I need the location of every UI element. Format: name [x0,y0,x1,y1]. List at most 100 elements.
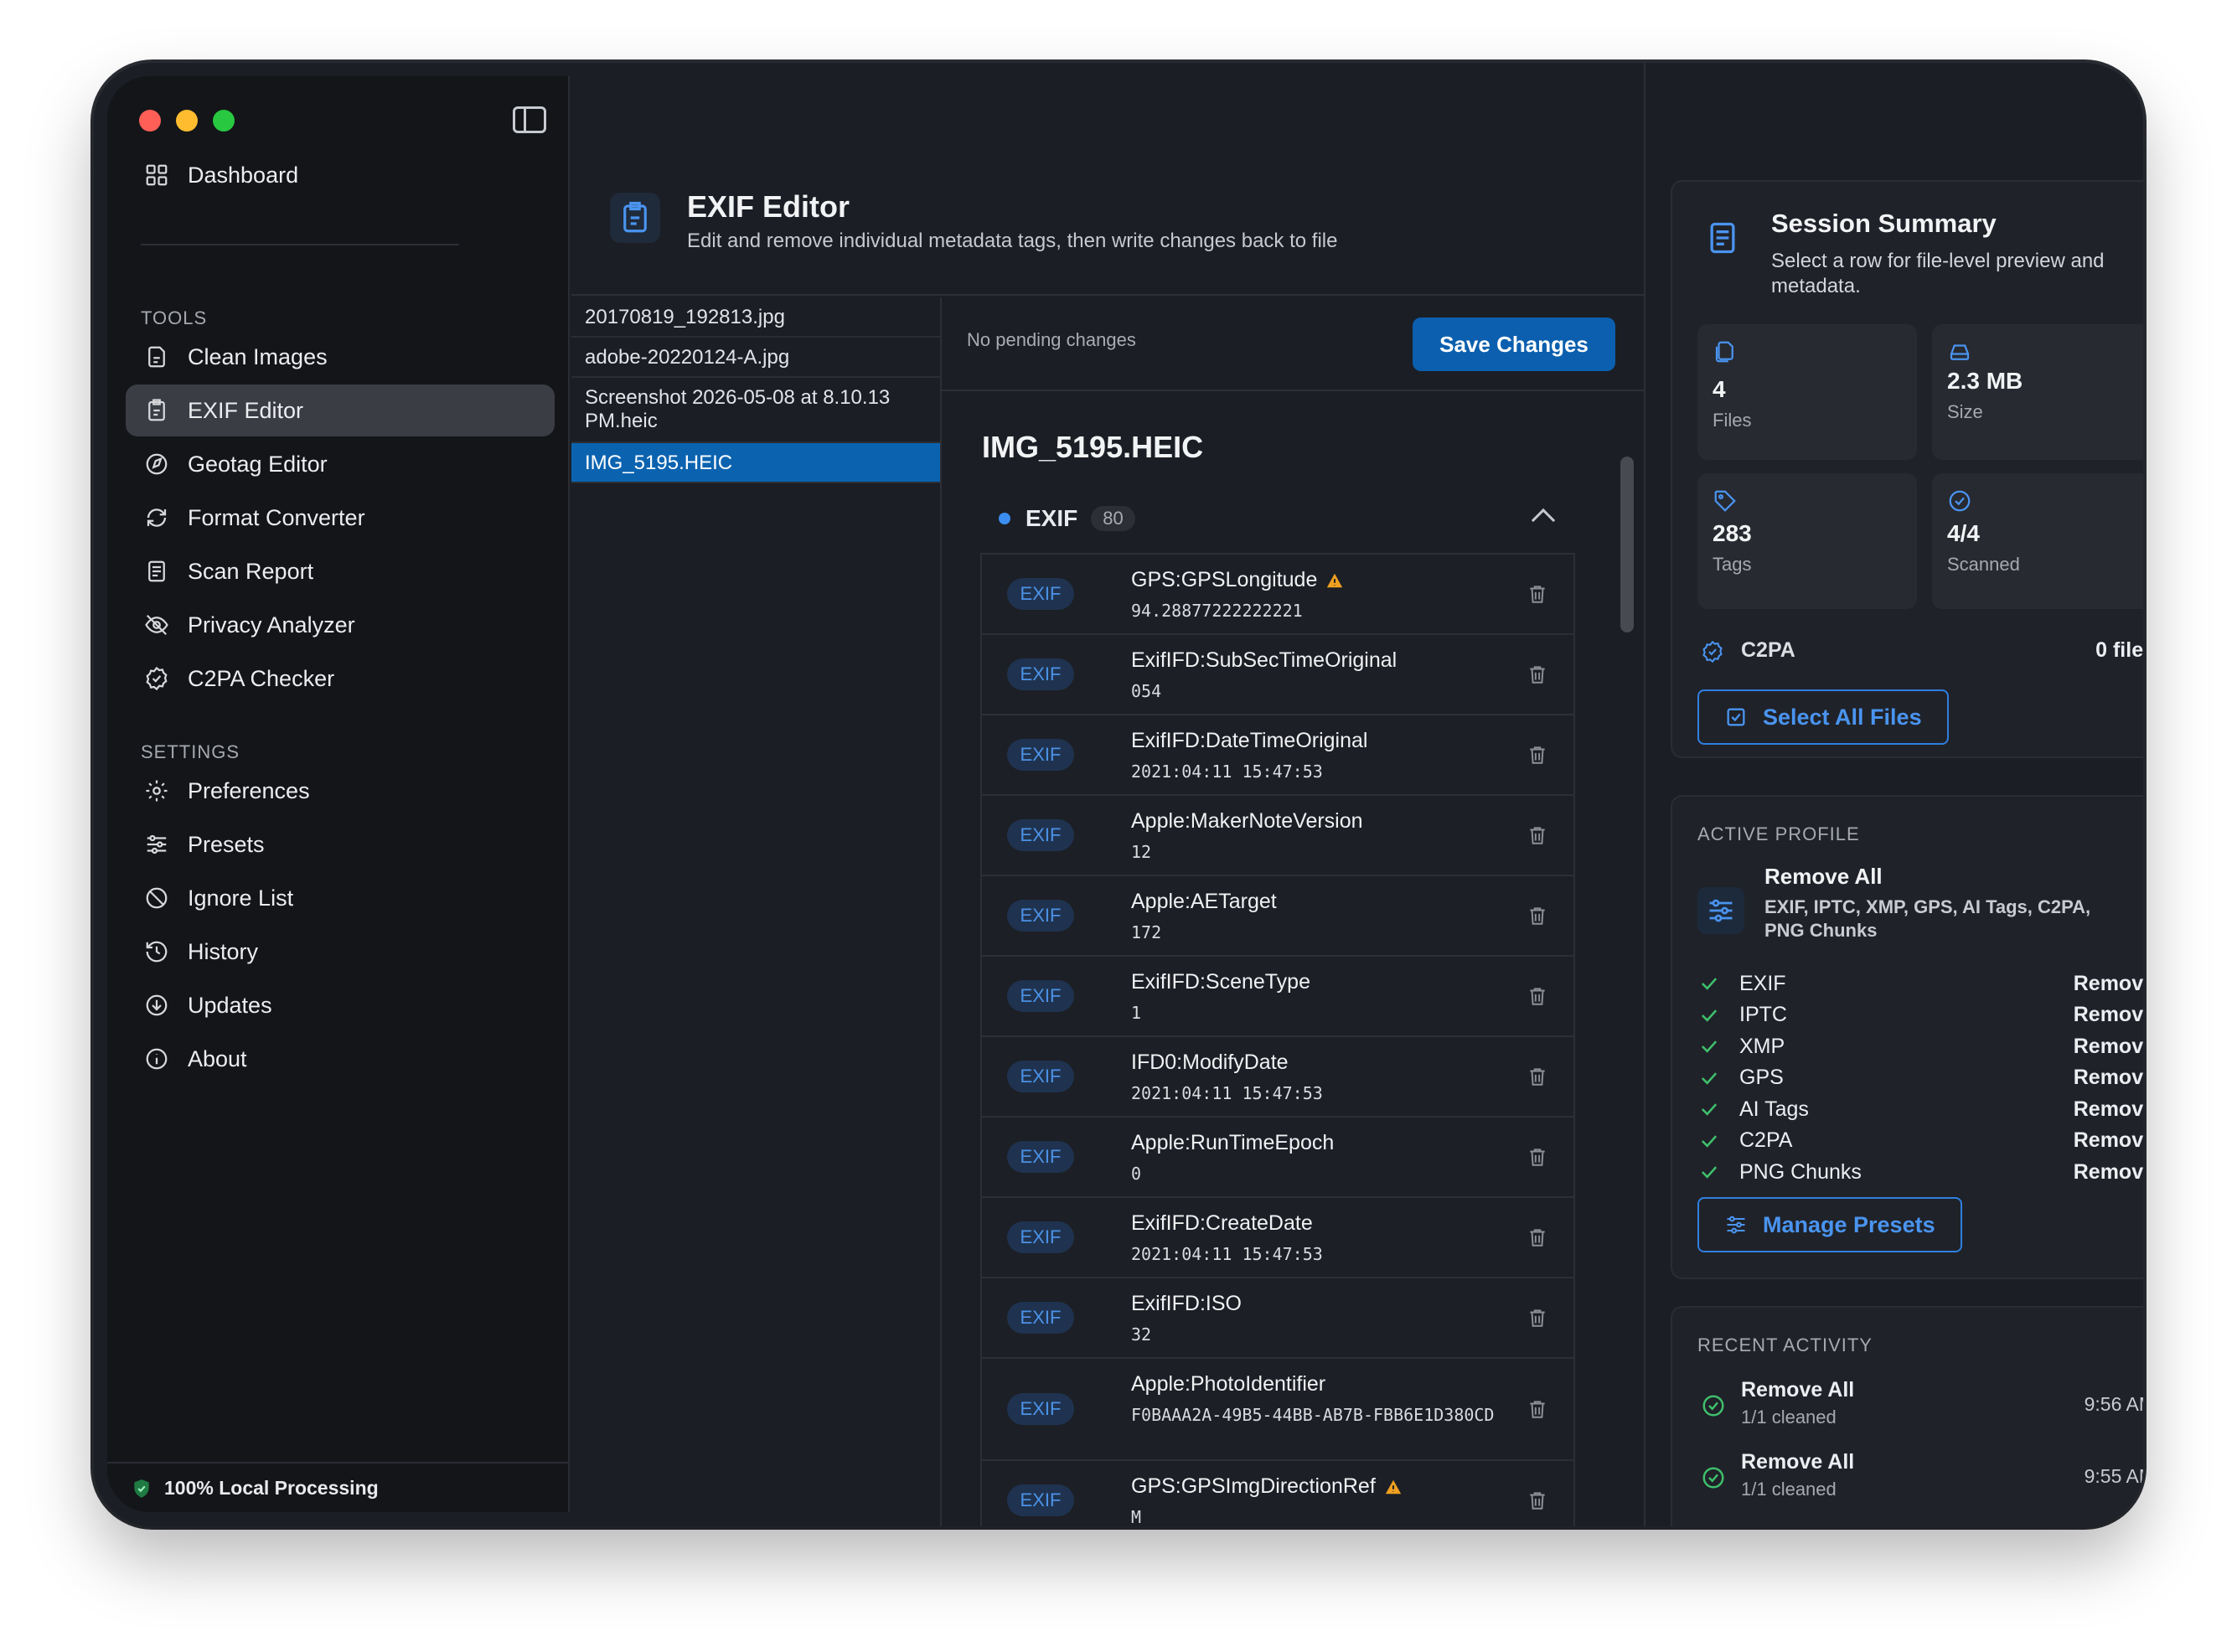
grid-icon [144,163,169,188]
sidebar-item-label: Ignore List [188,885,294,911]
page-subtitle: Edit and remove individual metadata tags… [687,230,1338,252]
trash-icon[interactable] [1527,983,1548,1009]
tag-row[interactable]: EXIF Apple:RunTimeEpoch 0 [980,1116,1575,1196]
tag-value[interactable]: 12 [1131,841,1151,863]
geotag-icon [144,452,169,477]
local-processing-status: 100% Local Processing [131,1477,379,1500]
check-circle-icon [1702,1467,1724,1489]
tag-value[interactable]: 2021:04:11 15:47:53 [1131,1082,1323,1104]
tag-value[interactable]: 32 [1131,1324,1151,1345]
save-changes-button[interactable]: Save Changes [1413,317,1615,371]
tag-row[interactable]: EXIF GPS:GPSImgDirectionRef M [980,1459,1575,1526]
session-summary-card: Session Summary Select a row for file-le… [1671,180,2143,758]
tag-value[interactable]: 172 [1131,922,1161,943]
tag-row[interactable]: EXIF ExifIFD:CreateDate 2021:04:11 15:47:5… [980,1196,1575,1277]
sidebar-item-history[interactable]: History [126,926,555,978]
sidebar-item-dashboard[interactable]: Dashboard [126,149,555,201]
activity-item[interactable]: Remove All 1/1 cleaned 9:56 AM [1697,1378,2143,1442]
trash-icon[interactable] [1527,1225,1548,1250]
tag-row[interactable]: EXIF ExifIFD:DateTimeOriginal 2021:04:11 1… [980,714,1575,794]
profile-rule-row: AI Tags Remove [1697,1093,2143,1125]
file-list-item-selected[interactable]: IMG_5195.HEIC [571,443,940,483]
profile-rule-label: C2PA [1739,1128,1793,1152]
chevron-up-icon[interactable] [1531,508,1556,533]
trash-icon[interactable] [1527,1064,1548,1089]
footer-divider [107,1462,568,1464]
sidebar-item-label: Privacy Analyzer [188,612,355,638]
tag-type-badge: EXIF [1007,739,1074,771]
tag-row[interactable]: EXIF Apple:MakerNoteVersion 12 [980,794,1575,875]
close-window-button[interactable] [139,110,161,132]
profile-rule-action: Remove [2073,1003,2143,1026]
activity-time: 9:56 AM [2084,1393,2143,1415]
manage-presets-button[interactable]: Manage Presets [1697,1197,1962,1252]
select-all-files-button[interactable]: Select All Files [1697,689,1949,745]
profile-rule-action: Remove [2073,971,2143,995]
sidebar-item-exif-editor[interactable]: EXIF Editor [126,385,555,436]
sidebar-item-clean-images[interactable]: Clean Images [126,331,555,383]
tag-row[interactable]: EXIF ExifIFD:SceneType 1 [980,955,1575,1035]
tag-row[interactable]: EXIF GPS:GPSLongitude 94.28877222222221 [980,553,1575,633]
trash-icon[interactable] [1527,1488,1548,1513]
tag-row[interactable]: EXIF ExifIFD:SubSecTimeOriginal 054 [980,633,1575,714]
zoom-window-button[interactable] [213,110,235,132]
sidebar-item-preferences[interactable]: Preferences [126,765,555,817]
sidebar-item-about[interactable]: About [126,1033,555,1085]
file-list-item[interactable]: adobe-20220124-A.jpg [571,338,940,378]
trash-icon[interactable] [1527,581,1548,607]
tag-row[interactable]: EXIF ExifIFD:ISO 32 [980,1277,1575,1357]
sidebar-toggle-icon[interactable] [513,106,546,133]
files-icon [1715,341,1733,363]
checkmark-icon [1701,1166,1718,1179]
trash-icon[interactable] [1527,1144,1548,1169]
tag-row[interactable]: EXIF Apple:AETarget 172 [980,875,1575,955]
sidebar-item-label: Geotag Editor [188,451,328,477]
trash-icon[interactable] [1527,662,1548,687]
trash-icon[interactable] [1527,1305,1548,1330]
shield-icon [134,1479,149,1498]
column-divider [1644,63,1645,1526]
tag-value[interactable]: 054 [1131,680,1161,702]
scroll-thumb[interactable] [1620,457,1634,632]
sidebar-item-label: Dashboard [188,162,299,188]
activity-title: Remove All [1741,1378,1855,1402]
tag-value[interactable]: 0 [1131,1163,1141,1185]
tag-list-scrollbar[interactable] [1620,457,1634,1526]
trash-icon[interactable] [1527,903,1548,928]
file-list-item[interactable]: 20170819_192813.jpg [571,297,940,338]
checkmark-icon [1701,978,1718,990]
sidebar-item-ignore-list[interactable]: Ignore List [126,872,555,924]
tag-value[interactable]: 94.28877222222221 [1131,600,1303,622]
sidebar-item-format-converter[interactable]: Format Converter [126,492,555,544]
tag-name: ExifIFD:SubSecTimeOriginal [1131,648,1397,673]
trash-icon[interactable] [1527,1396,1548,1422]
sidebar-item-geotag-editor[interactable]: Geotag Editor [126,438,555,490]
sidebar-item-c2pa-checker[interactable]: C2PA Checker [126,653,555,705]
tag-value[interactable]: F0BAAA2A-49B5-44BB-AB7B-FBB6E1D380CD [1131,1404,1494,1426]
tag-type-badge: EXIF [1007,1302,1074,1334]
tag-row[interactable]: EXIF Apple:PhotoIdentifier F0BAAA2A-49B5-4… [980,1357,1575,1459]
tag-row[interactable]: EXIF IFD0:ModifyDate 2021:04:11 15:47:53 [980,1035,1575,1116]
file-list-item[interactable]: Screenshot 2026-05-08 at 8.10.13 PM.heic [571,378,940,443]
sidebar-item-presets[interactable]: Presets [126,818,555,870]
profile-rule-label: PNG Chunks [1739,1159,1862,1184]
sidebar-item-scan-report[interactable]: Scan Report [126,545,555,597]
tag-name-text: ExifIFD:SceneType [1131,970,1310,994]
tag-value[interactable]: 2021:04:11 15:47:53 [1131,761,1323,782]
sidebar-divider [141,244,459,245]
sidebar-item-privacy-analyzer[interactable]: Privacy Analyzer [126,599,555,651]
activity-item[interactable]: Remove All 1/1 cleaned 9:55 AM [1697,1450,2143,1514]
trash-icon[interactable] [1527,742,1548,767]
trash-icon[interactable] [1527,823,1548,848]
tag-type-badge: EXIF [1007,578,1074,610]
exif-group-header[interactable]: EXIF 80 [999,505,1135,532]
tag-icon [1714,490,1736,512]
checkmark-icon [1701,1009,1718,1022]
tags-count: 283 [1713,520,1752,546]
tag-value[interactable]: 2021:04:11 15:47:53 [1131,1243,1323,1265]
tag-value[interactable]: 1 [1131,1002,1141,1024]
tag-value[interactable]: M [1131,1506,1141,1526]
files-label: Files [1713,410,1752,431]
minimize-window-button[interactable] [176,110,198,132]
sidebar-item-updates[interactable]: Updates [126,979,555,1031]
